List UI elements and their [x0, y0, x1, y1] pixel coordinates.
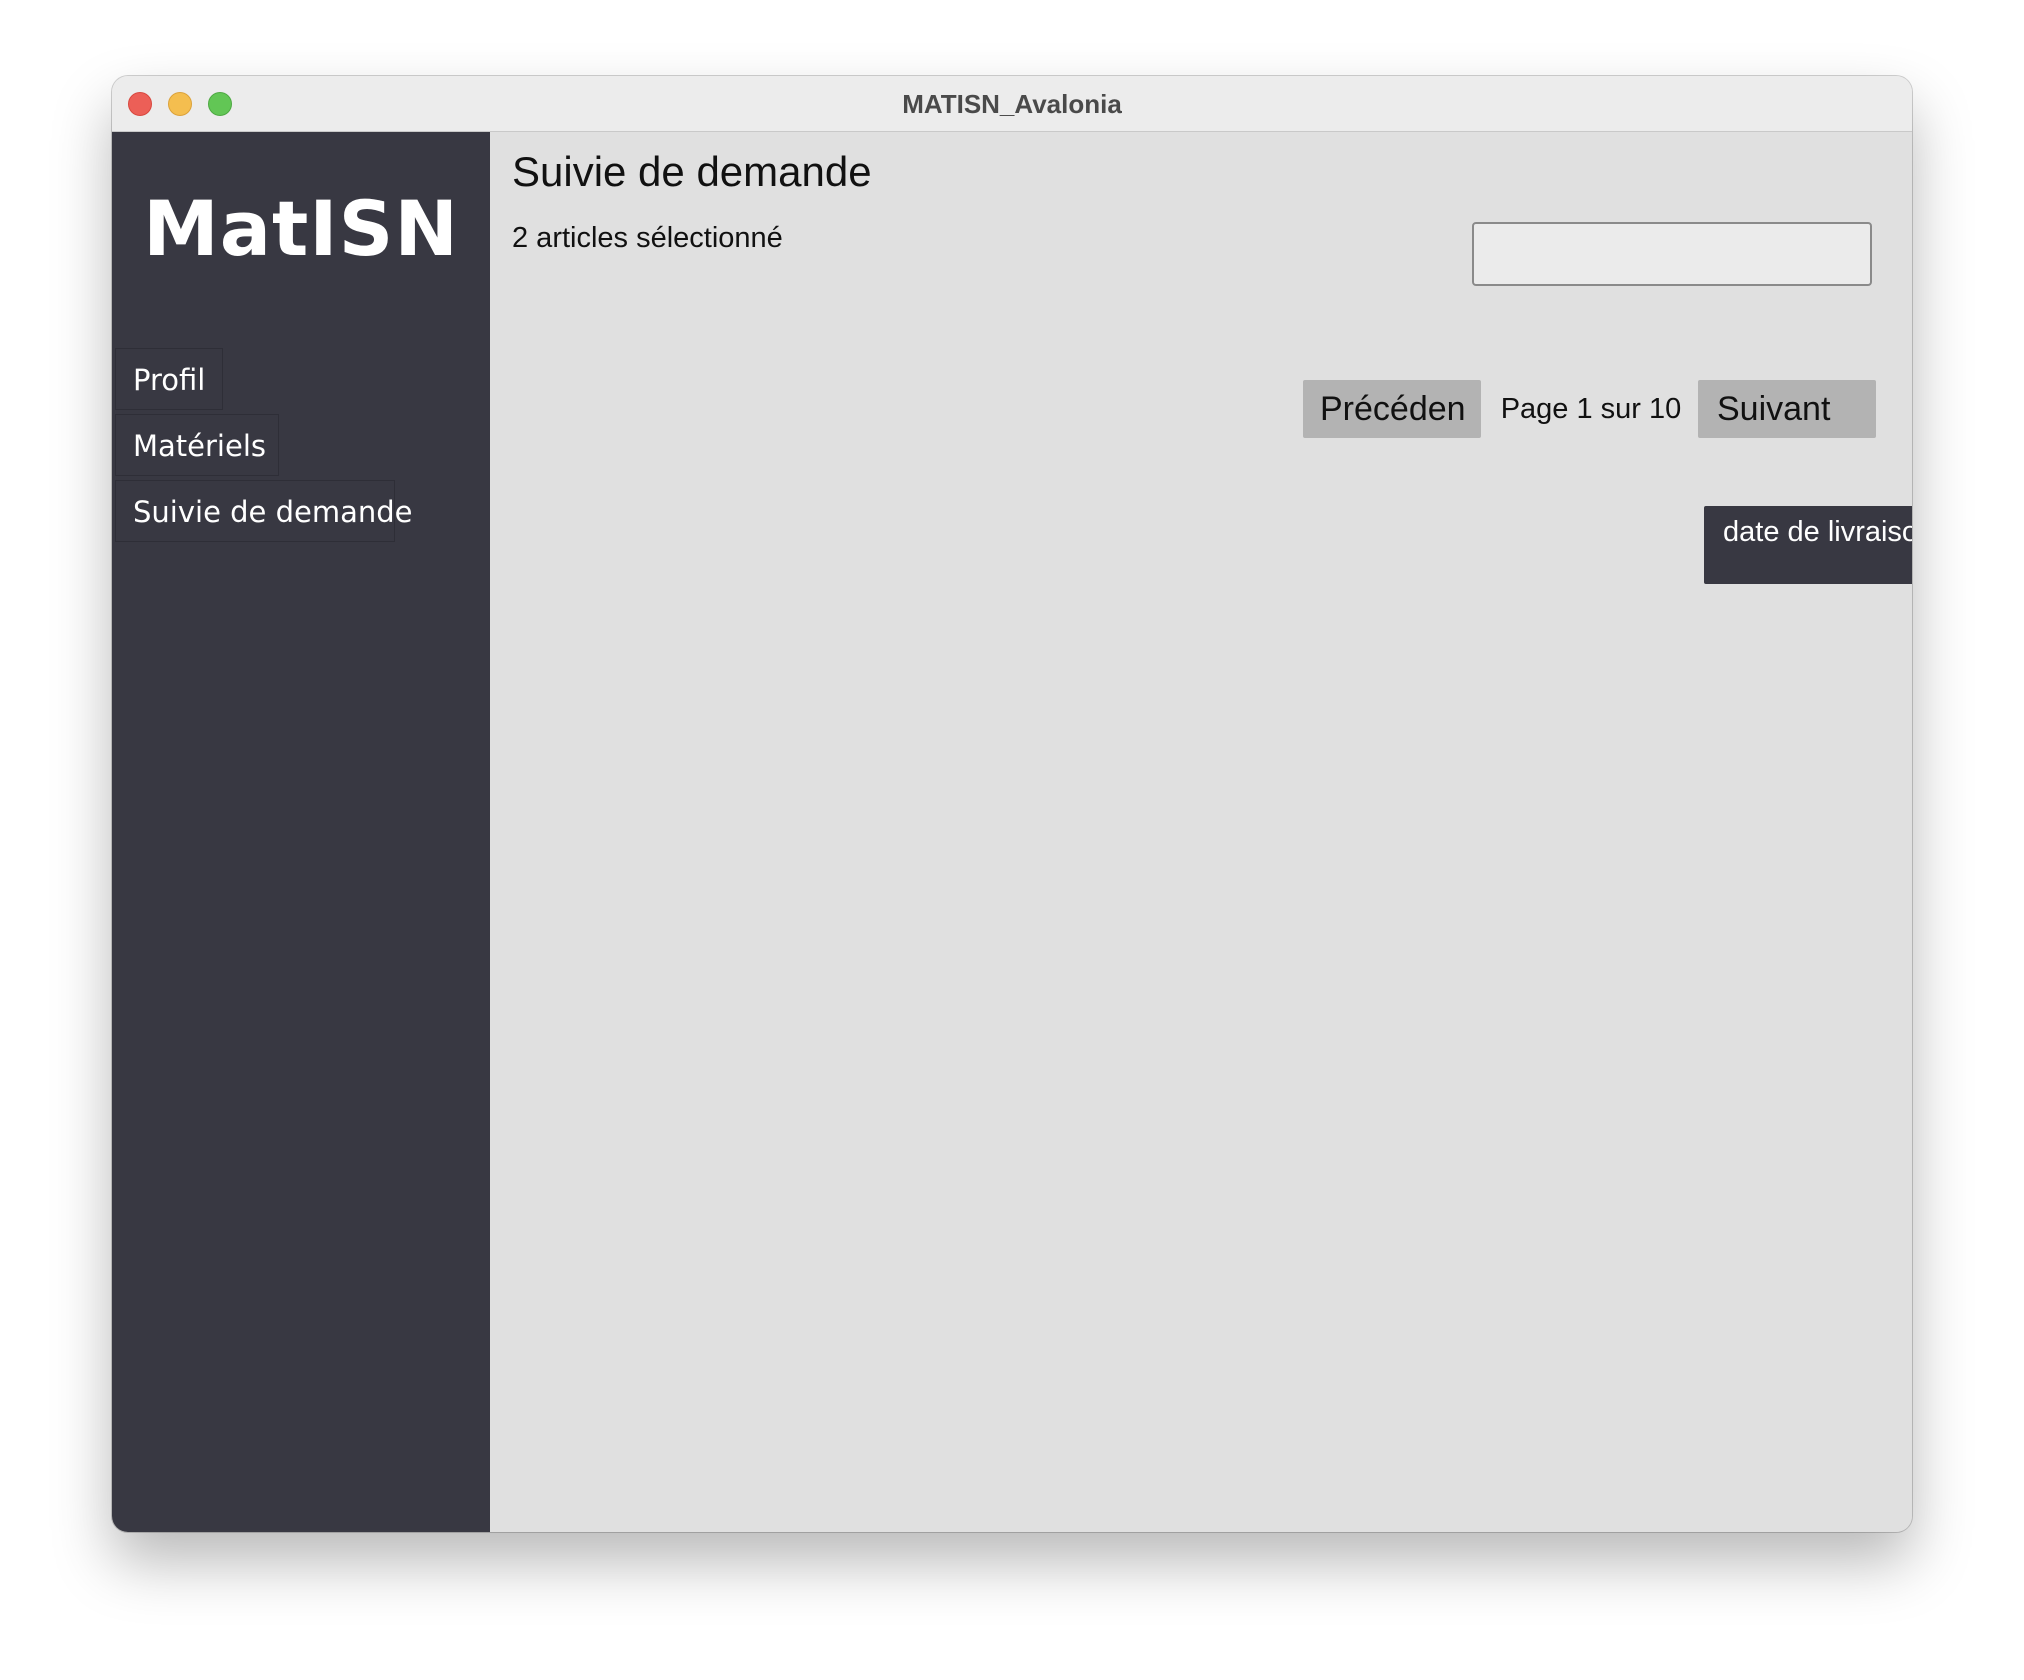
selection-count: 2 articles sélectionné [512, 222, 783, 254]
sidebar-item-profil[interactable]: Profil [115, 348, 223, 410]
main-content: Suivie de demande 2 articles sélectionné… [490, 132, 1912, 1532]
app-window: MATISN_Avalonia MatISN Profil Matériels … [112, 76, 1912, 1532]
page-title: Suivie de demande [512, 148, 872, 195]
next-page-button[interactable]: Suivant [1698, 380, 1876, 438]
sidebar: MatISN Profil Matériels Suivie de demand… [112, 132, 490, 1532]
page-indicator: Page 1 sur 10 [1500, 393, 1682, 425]
sidebar-item-suivie-de-demande[interactable]: Suivie de demande [115, 480, 413, 542]
app-logo: MatISN [143, 184, 459, 273]
column-header-date-de-livraison[interactable]: date de livraison [1704, 506, 1912, 584]
title-bar: MATISN_Avalonia [112, 76, 1912, 132]
window-title: MATISN_Avalonia [902, 89, 1122, 119]
previous-page-button[interactable]: Précéden [1303, 380, 1481, 438]
sidebar-item-materiels[interactable]: Matériels [115, 414, 279, 476]
search-input[interactable] [1472, 222, 1872, 286]
